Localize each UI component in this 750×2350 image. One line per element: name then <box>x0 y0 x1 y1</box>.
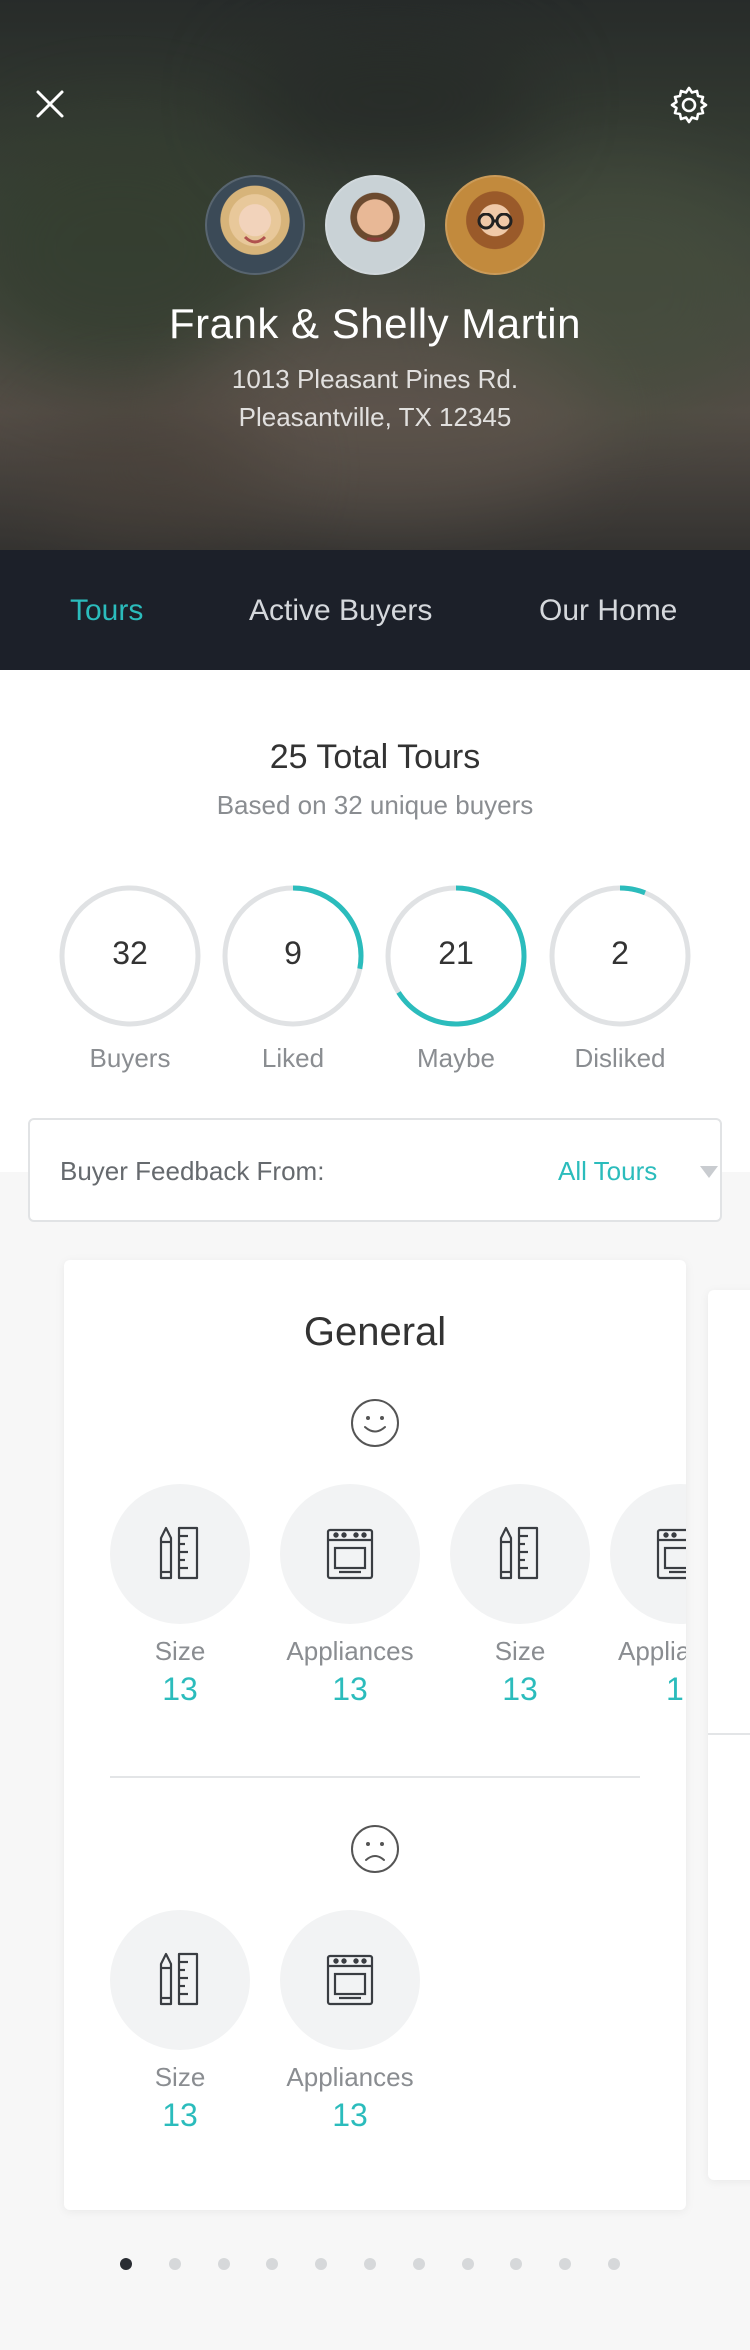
stat-ring-maybe[interactable]: 21 <box>385 885 527 1027</box>
pager-dot[interactable] <box>217 2258 230 2270</box>
pager-dot[interactable] <box>559 2258 572 2270</box>
background-shade <box>0 0 750 550</box>
feedback-filter-dropdown[interactable]: Buyer Feedback From: All Tours <box>28 1118 722 1222</box>
stat-label: Disliked <box>574 1043 666 1073</box>
avatar[interactable] <box>205 175 305 275</box>
gear-icon[interactable] <box>668 84 710 126</box>
feedback-item-appliances[interactable]: Appliances 13 <box>280 1484 420 1708</box>
stat-value: 9 <box>284 935 302 971</box>
item-label: Appliances <box>286 1636 414 1666</box>
feedback-item-appliances[interactable]: Applia 1 <box>610 1484 686 1708</box>
pager-dot[interactable] <box>364 2258 376 2270</box>
address-line: 1013 Pleasant Pines Rd. <box>231 364 519 394</box>
client-name: Frank & Shelly Martin <box>169 300 581 347</box>
tab-our-home[interactable]: Our Home <box>539 594 677 628</box>
stat-value: 32 <box>112 935 148 971</box>
stat-ring-buyers[interactable]: 32 <box>59 885 201 1027</box>
item-count: 13 <box>332 1671 368 1707</box>
feedback-item-appliances[interactable]: Appliances 13 <box>280 1910 420 2134</box>
pager-dot[interactable] <box>412 2258 425 2270</box>
item-count: 1 <box>666 1671 684 1707</box>
stat-label: Maybe <box>416 1043 496 1073</box>
total-tours-title: 25 Total Tours <box>269 738 481 776</box>
tab-active-buyers[interactable]: Active Buyers <box>249 594 432 628</box>
filter-label: Buyer Feedback From: <box>60 1156 325 1186</box>
pager-dot[interactable] <box>510 2258 523 2270</box>
card-pager <box>0 2258 750 2272</box>
tab-bar: Tours Active Buyers Our Home <box>0 550 750 670</box>
total-tours-subtitle: Based on 32 unique buyers <box>216 790 534 820</box>
close-icon[interactable] <box>30 84 70 124</box>
address-line: Pleasantville, TX 12345 <box>238 402 512 432</box>
ruler-pencil-icon <box>110 1910 250 2050</box>
oven-icon <box>280 1910 420 2050</box>
oven-icon <box>610 1484 686 1624</box>
card-title: General <box>303 1310 447 1354</box>
item-label: Appliances <box>286 2062 414 2092</box>
feedback-item-size[interactable]: Size 13 <box>110 1910 250 2134</box>
item-count: 13 <box>502 1671 538 1707</box>
frown-icon <box>351 1825 399 1873</box>
pager-dot[interactable] <box>168 2258 181 2270</box>
pager-dot[interactable] <box>120 2258 132 2270</box>
feedback-card: General Size 13 Appliances 13 Size 13 Ap… <box>64 1260 686 2210</box>
stat-ring-liked[interactable]: 9 <box>222 885 364 1027</box>
ruler-pencil-icon <box>110 1484 250 1624</box>
item-count: 13 <box>162 2097 198 2133</box>
feedback-item-size[interactable]: Size 13 <box>110 1484 250 1708</box>
stat-value: 2 <box>611 935 629 971</box>
divider <box>110 1776 640 1778</box>
pager-dot[interactable] <box>461 2258 474 2270</box>
pager-dot[interactable] <box>315 2258 328 2270</box>
next-card-peek[interactable] <box>708 1290 750 2180</box>
item-label: Size <box>154 2062 206 2092</box>
oven-icon <box>280 1484 420 1624</box>
chevron-down-icon[interactable] <box>700 1166 718 1178</box>
pager-dot[interactable] <box>608 2258 620 2270</box>
stat-label: Liked <box>261 1043 325 1073</box>
ruler-pencil-icon <box>450 1484 590 1624</box>
item-label: Size <box>154 1636 206 1666</box>
avatar[interactable] <box>445 175 545 275</box>
tab-tours[interactable]: Tours <box>70 594 143 628</box>
feedback-item-size[interactable]: Size 13 <box>450 1484 590 1708</box>
tour-summary: 25 Total Tours Based on 32 unique buyers… <box>0 670 750 1172</box>
stat-ring-disliked[interactable]: 2 <box>549 885 691 1027</box>
stat-label: Buyers <box>89 1043 171 1073</box>
stat-value: 21 <box>438 935 474 971</box>
client-address: 1013 Pleasant Pines Rd. Pleasantville, T… <box>0 360 750 436</box>
filter-value[interactable]: All Tours <box>558 1156 657 1187</box>
item-label: Size <box>494 1636 546 1666</box>
item-count: 13 <box>162 1671 198 1707</box>
profile-header <box>0 0 750 550</box>
buyer-avatars <box>0 175 750 275</box>
divider <box>708 1733 750 1735</box>
smile-icon <box>351 1399 399 1447</box>
item-count: 13 <box>332 2097 368 2133</box>
item-label: Applia <box>618 1636 686 1666</box>
avatar[interactable] <box>325 175 425 275</box>
pager-dot[interactable] <box>266 2258 279 2270</box>
